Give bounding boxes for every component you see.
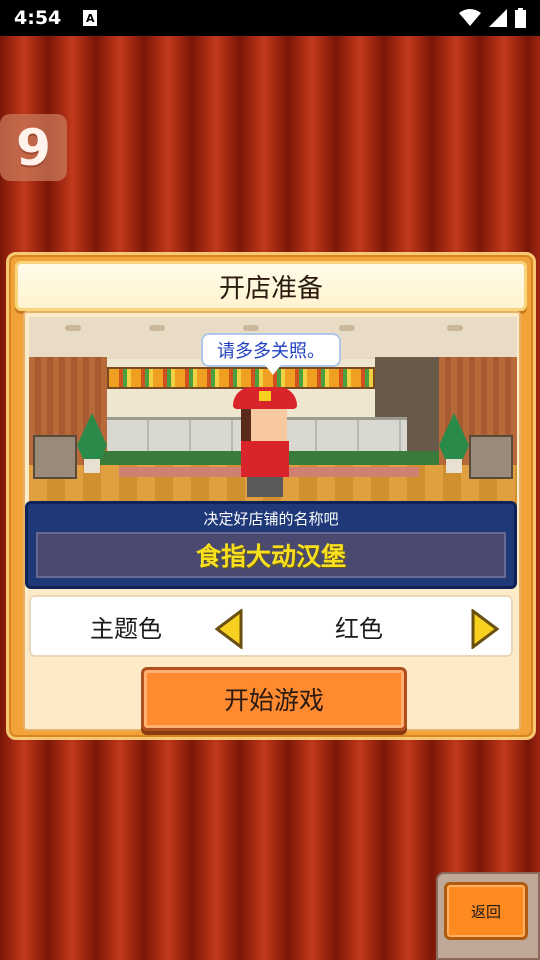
theme-color-label: 主题色 bbox=[90, 614, 162, 643]
theme-color-value: 红色 bbox=[335, 614, 383, 643]
status-time: 4:54 bbox=[14, 7, 62, 29]
potted-plant bbox=[439, 413, 469, 473]
dialog-title: 开店准备 bbox=[15, 261, 527, 311]
signal-icon bbox=[489, 9, 507, 27]
next-arrow-icon[interactable] bbox=[469, 609, 499, 649]
store-name-panel: 决定好店铺的名称吧 食指大动汉堡 bbox=[25, 501, 517, 589]
back-button-frame: 返回 bbox=[436, 872, 540, 960]
shop-staff-character bbox=[233, 387, 297, 499]
previous-arrow-icon[interactable] bbox=[215, 609, 245, 649]
notification-icon: A bbox=[83, 10, 98, 26]
vending-machine bbox=[469, 435, 513, 479]
vending-machine bbox=[33, 435, 77, 479]
ceiling-light bbox=[243, 325, 259, 331]
ceiling-light bbox=[447, 325, 463, 331]
speech-bubble: 请多多关照。 bbox=[201, 333, 341, 375]
ceiling-light bbox=[149, 325, 165, 331]
wifi-icon bbox=[459, 9, 481, 26]
shop-scene-illustration: 请多多关照。 bbox=[29, 317, 517, 513]
day-counter-badge: 9 bbox=[0, 114, 67, 181]
potted-plant bbox=[77, 413, 107, 473]
shop-setup-dialog: 开店准备 请多多关照。 决定好店铺的名称吧 食指大动汉堡 主题色 红色 开始游戏 bbox=[6, 252, 536, 740]
name-prompt: 决定好店铺的名称吧 bbox=[203, 510, 339, 528]
status-icons bbox=[459, 8, 526, 28]
status-bar: 4:54 A bbox=[0, 0, 540, 36]
store-name-field[interactable]: 食指大动汉堡 bbox=[36, 532, 506, 578]
theme-color-selector: 主题色 红色 bbox=[29, 595, 513, 657]
ceiling-light bbox=[339, 325, 355, 331]
battery-icon bbox=[515, 8, 526, 28]
start-game-button[interactable]: 开始游戏 bbox=[141, 667, 407, 731]
back-button[interactable]: 返回 bbox=[444, 882, 528, 940]
menu-board bbox=[107, 367, 375, 389]
ceiling-light bbox=[65, 325, 81, 331]
